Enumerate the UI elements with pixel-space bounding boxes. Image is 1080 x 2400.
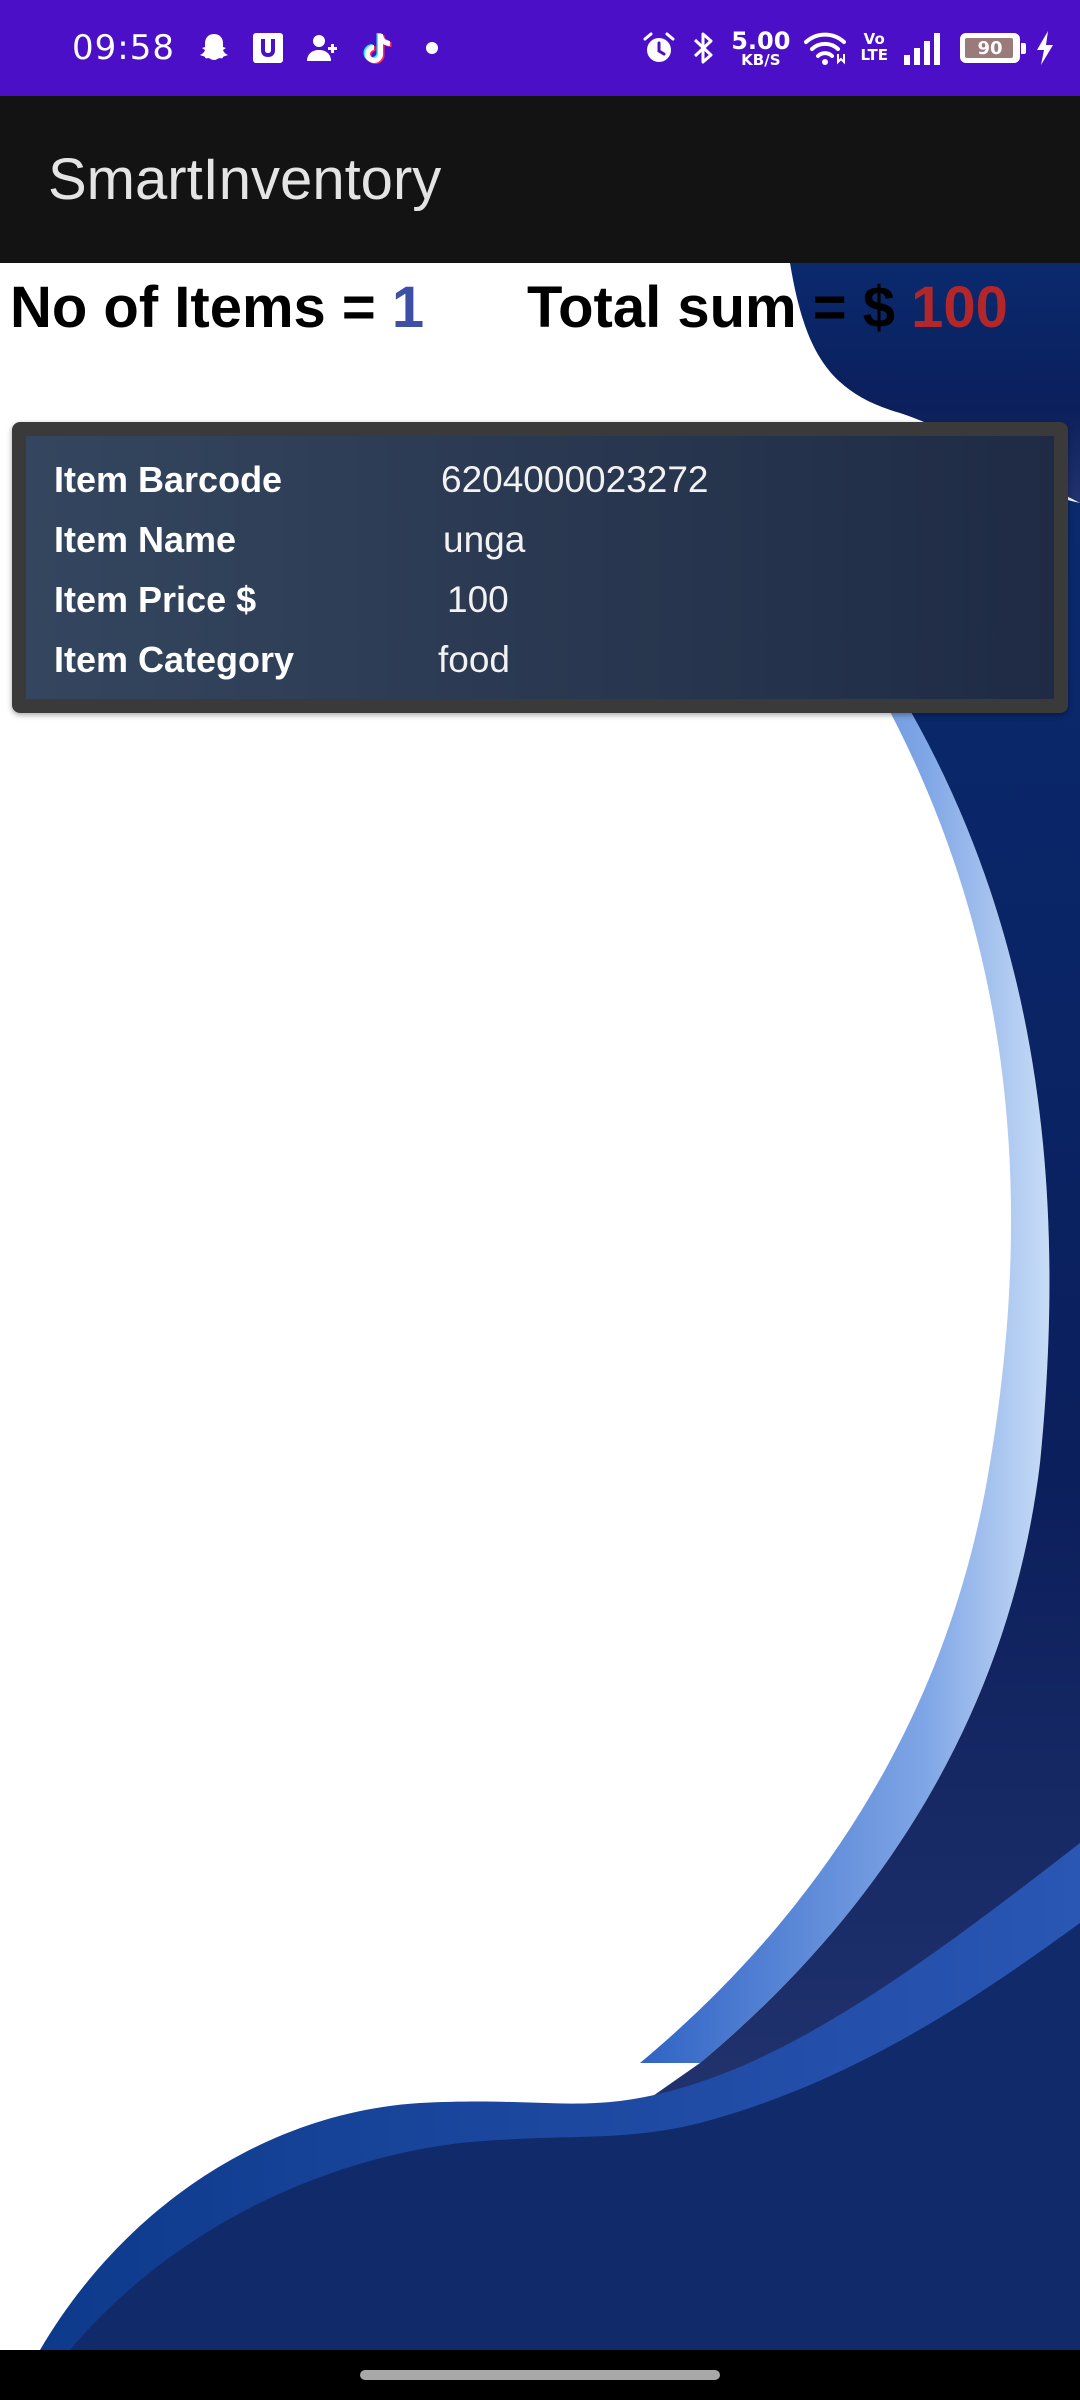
volte-bottom: LTE	[860, 46, 888, 64]
notification-icons	[196, 26, 438, 70]
system-icons: 5.00 KB/S Vo LTE 90	[641, 22, 1056, 74]
items-count-label: No of Items =	[10, 275, 392, 340]
item-category-row: Item Category food	[26, 632, 1054, 688]
wifi-icon	[804, 32, 847, 65]
item-price-row: Item Price $ 100	[26, 572, 1054, 628]
battery-cap	[1021, 43, 1026, 54]
app-bar: SmartInventory	[0, 96, 1080, 263]
items-count-value: 1	[391, 275, 425, 340]
network-speed-value: 5.00	[731, 26, 791, 55]
volte-indicator: Vo LTE	[860, 31, 888, 64]
item-price-label: Item Price $	[54, 579, 257, 620]
tiktok-icon	[363, 33, 392, 64]
add-contact-icon	[307, 35, 337, 61]
battery-icon: 90	[960, 33, 1026, 63]
total-sum-label: Total sum = $	[527, 275, 912, 340]
inventory-summary: No of Items = 1 Total sum = $ 100	[0, 272, 1080, 344]
more-notifications-dot	[426, 42, 438, 54]
snapchat-icon	[200, 34, 228, 60]
item-barcode-value: 6204000023272	[441, 459, 709, 500]
alarm-icon	[643, 32, 675, 62]
screen: 09:58 5.00 KB/S Vo LTE 90 SmartInventory…	[0, 0, 1080, 2400]
bluetooth-icon	[694, 32, 713, 64]
item-barcode-row: Item Barcode 6204000023272	[26, 452, 1054, 508]
item-category-label: Item Category	[54, 639, 295, 680]
status-time: 09:58	[72, 28, 175, 68]
total-sum-group: Total sum = $ 100	[527, 272, 1008, 344]
item-name-value: unga	[443, 519, 526, 560]
item-category-value: food	[438, 639, 511, 680]
network-speed-unit: KB/S	[741, 50, 781, 69]
signal-icon	[904, 33, 940, 65]
item-card[interactable]: Item Barcode 6204000023272 Item Name ung…	[12, 422, 1068, 713]
battery-level: 90	[977, 37, 1003, 59]
home-gesture-handle[interactable]	[360, 2370, 720, 2380]
total-sum-value: 100	[911, 275, 1008, 340]
charging-icon	[1037, 31, 1053, 65]
navigation-bar	[0, 2350, 1080, 2400]
item-price-value: 100	[447, 579, 509, 620]
status-bar: 09:58 5.00 KB/S Vo LTE 90	[0, 0, 1080, 96]
items-count-group: No of Items = 1	[10, 272, 424, 344]
item-barcode-label: Item Barcode	[54, 459, 283, 500]
item-name-label: Item Name	[54, 519, 237, 560]
u-app-icon	[253, 33, 283, 63]
app-title: SmartInventory	[48, 147, 442, 212]
network-speed: 5.00 KB/S	[731, 29, 790, 68]
item-name-row: Item Name unga	[26, 512, 1054, 568]
